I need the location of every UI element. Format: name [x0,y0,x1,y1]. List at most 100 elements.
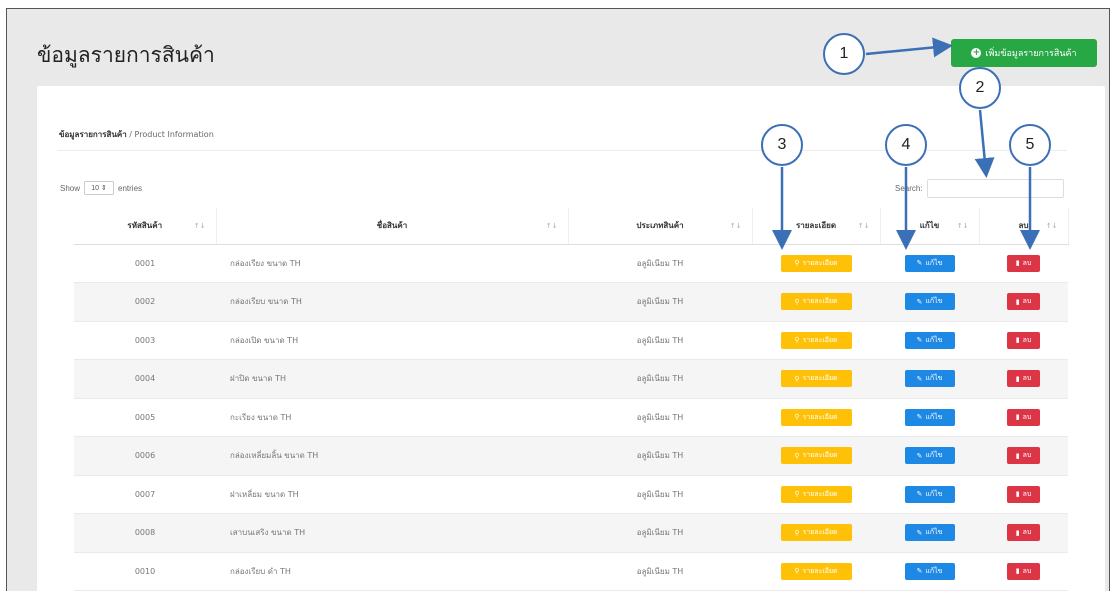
entries-select[interactable]: 10 ⇕ [84,181,115,195]
edit-icon: ✎ [916,491,923,499]
sort-icon: ↑↓ [193,222,206,230]
cell-code: 0001 [74,244,216,283]
edit-button[interactable]: ✎ แก้ไข [904,485,955,503]
delete-button[interactable]: ▮ ลบ [1007,408,1040,426]
col-header-type[interactable]: ประเภทสินค้า ↑↓ [568,208,753,245]
col-header-detail[interactable]: รายละเอียด ↑↓ [752,208,881,245]
cell-name: กล่องเรียบ ขนาด TH [216,282,568,322]
trash-icon: ▮ [1015,375,1020,383]
detail-button[interactable]: ⚲ รายละเอียด [780,562,852,580]
table-header-row: รหัสสินค้า ↑↓ ชื่อสินค้า ↑↓ ประเภทสินค้า ↑↓… [74,208,1069,245]
breadcrumb-rest: / Product Information [126,130,214,139]
cell-code: 0006 [74,436,216,476]
search-icon: ⚲ [794,529,800,537]
edit-button[interactable]: ✎ แก้ไข [904,408,955,426]
breadcrumb: ข้อมูลรายการสินค้า / Product Information [59,128,214,141]
cell-delete: ▮ ลบ [979,244,1068,283]
edit-icon: ✎ [916,298,923,306]
col-header-name[interactable]: ชื่อสินค้า ↑↓ [216,208,569,245]
cell-code: 0004 [74,359,216,399]
cell-detail: ⚲ รายละเอียด [752,436,880,476]
add-product-button[interactable]: + เพิ่มข้อมูลรายการสินค้า [951,39,1097,67]
edit-button[interactable]: ✎ แก้ไข [904,331,955,349]
show-entries: Show 10 ⇕ entries [60,181,142,195]
edit-button[interactable]: ✎ แก้ไข [904,562,955,580]
edit-button[interactable]: ✎ แก้ไข [904,370,955,388]
detail-button[interactable]: ⚲ รายละเอียด [780,293,852,311]
cell-code: 0003 [74,321,216,360]
search-icon: ⚲ [794,298,800,306]
product-card: ข้อมูลรายการสินค้า / Product Information… [37,86,1105,591]
sort-icon: ↑↓ [857,222,870,230]
table-row: 0006 กล่องเหลี่ยมลิ้น ขนาด TH อลูมิเนียม T… [74,436,1068,476]
delete-button[interactable]: ▮ ลบ [1007,370,1040,388]
cell-delete: ▮ ลบ [979,475,1068,514]
col-header-code[interactable]: รหัสสินค้า ↑↓ [74,208,217,245]
table-row: 0001 กล่องเรียง ขนาด TH อลูมิเนียม TH ⚲ รายล… [74,244,1068,283]
trash-icon: ▮ [1015,491,1020,499]
detail-button[interactable]: ⚲ รายละเอียด [780,408,852,426]
delete-button[interactable]: ▮ ลบ [1007,524,1040,542]
breadcrumb-current: ข้อมูลรายการสินค้า [59,130,127,139]
cell-delete: ▮ ลบ [979,398,1068,437]
delete-button[interactable]: ▮ ลบ [1007,447,1040,465]
detail-button[interactable]: ⚲ รายละเอียด [780,524,852,542]
plus-circle-icon: + [971,48,982,58]
delete-button[interactable]: ▮ ลบ [1007,562,1040,580]
delete-button[interactable]: ▮ ลบ [1007,331,1040,349]
edit-button[interactable]: ✎ แก้ไข [904,254,955,272]
search-icon: ⚲ [794,337,800,345]
search-input[interactable] [926,179,1064,198]
cell-edit: ✎ แก้ไข [880,359,979,399]
cell-type: อลูมิเนียม TH [568,436,752,476]
detail-button[interactable]: ⚲ รายละเอียด [780,447,852,465]
cell-edit: ✎ แก้ไข [880,475,979,514]
col-header-delete[interactable]: ลบ ↑↓ [979,208,1069,245]
sort-icon: ↑↓ [545,222,558,230]
delete-button[interactable]: ▮ ลบ [1007,485,1040,503]
edit-button[interactable]: ✎ แก้ไข [904,447,955,465]
cell-name: เสาบนเสริง ขนาด TH [216,513,568,553]
edit-button[interactable]: ✎ แก้ไข [904,524,955,542]
delete-button[interactable]: ▮ ลบ [1007,293,1040,311]
cell-code: 0005 [74,398,216,437]
callout-2: 2 [959,67,1001,109]
show-label: Show [60,183,81,193]
col-header-edit[interactable]: แก้ไข ↑↓ [880,208,980,245]
cell-delete: ▮ ลบ [979,321,1068,360]
cell-name: ฝาเหลี่ยม ขนาด TH [216,475,568,514]
detail-button[interactable]: ⚲ รายละเอียด [780,331,852,349]
cell-edit: ✎ แก้ไข [880,436,979,476]
edit-icon: ✎ [916,337,923,345]
edit-button[interactable]: ✎ แก้ไข [904,293,955,311]
cell-edit: ✎ แก้ไข [880,282,979,322]
sort-icon: ↑↓ [1045,222,1058,230]
cell-edit: ✎ แก้ไข [880,321,979,360]
cell-name: กล่องเปิด ขนาด TH [216,321,568,360]
detail-button[interactable]: ⚲ รายละเอียด [780,370,852,388]
detail-button[interactable]: ⚲ รายละเอียด [780,254,852,272]
add-product-label: เพิ่มข้อมูลรายการสินค้า [985,49,1077,59]
cell-detail: ⚲ รายละเอียด [752,475,880,514]
cell-edit: ✎ แก้ไข [880,552,979,591]
cell-code: 0002 [74,282,216,322]
delete-button[interactable]: ▮ ลบ [1007,254,1040,272]
cell-name: กล่องเหลี่ยมลิ้น ขนาด TH [216,436,568,476]
cell-code: 0010 [74,552,216,591]
cell-name: กะเรียง ขนาด TH [216,398,568,437]
table-row: 0005 กะเรียง ขนาด TH อลูมิเนียม TH ⚲ รายละเอ… [74,398,1068,437]
cell-delete: ▮ ลบ [979,436,1068,476]
cell-delete: ▮ ลบ [979,359,1068,399]
cell-type: อลูมิเนียม TH [568,398,752,437]
callout-5: 5 [1009,124,1051,166]
table-row: 0010 กล่องเรียบ ดำ TH อลูมิเนียม TH ⚲ รายละเ… [74,552,1068,591]
page-title: ข้อมูลรายการสินค้า [37,43,215,67]
detail-button[interactable]: ⚲ รายละเอียด [780,485,852,503]
search-icon: ⚲ [794,491,800,499]
cell-delete: ▮ ลบ [979,513,1068,553]
cell-type: อลูมิเนียม TH [568,321,752,360]
cell-detail: ⚲ รายละเอียด [752,552,880,591]
edit-icon: ✎ [916,375,923,383]
entries-label: entries [118,183,143,193]
cell-type: อลูมิเนียม TH [568,282,752,322]
